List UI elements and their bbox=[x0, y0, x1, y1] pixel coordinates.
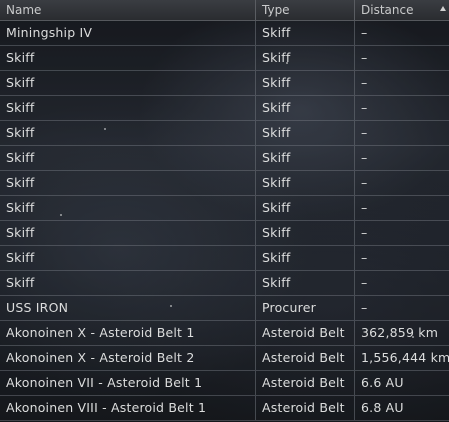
cell-name: Skiff bbox=[0, 196, 256, 220]
table-row[interactable]: Skiff Skiff – bbox=[0, 96, 449, 121]
cell-type: Procurer bbox=[256, 296, 355, 320]
cell-distance: 362,859 km bbox=[361, 325, 439, 340]
cell-name: Skiff bbox=[0, 171, 256, 195]
table-row[interactable]: Skiff Skiff – bbox=[0, 121, 449, 146]
table-row[interactable]: Akonoinen VIII - Asteroid Belt 1 Asteroid… bbox=[0, 396, 449, 421]
cell-distance: – bbox=[361, 175, 368, 190]
cell-name: Skiff bbox=[0, 96, 256, 120]
sort-ascending-icon[interactable] bbox=[440, 6, 446, 11]
table-row[interactable]: Skiff Skiff – bbox=[0, 196, 449, 221]
cell-distance: – bbox=[361, 75, 368, 90]
cell-name: Skiff bbox=[0, 46, 256, 70]
cell-type: Skiff bbox=[256, 21, 355, 45]
overview-window: Name Type Distance Miningship IV Skiff – Sk… bbox=[0, 0, 449, 422]
table-row[interactable]: Akonoinen X - Asteroid Belt 2 Asteroid Be… bbox=[0, 346, 449, 371]
cell-distance: – bbox=[361, 150, 368, 165]
table-row[interactable]: Skiff Skiff – bbox=[0, 146, 449, 171]
cell-distance: – bbox=[361, 250, 368, 265]
cell-type: Skiff bbox=[256, 121, 355, 145]
table-row[interactable]: Skiff Skiff – bbox=[0, 171, 449, 196]
column-header-type[interactable]: Type bbox=[256, 0, 355, 20]
cell-name: Skiff bbox=[0, 246, 256, 270]
table-row[interactable]: Skiff Skiff – bbox=[0, 71, 449, 96]
cell-distance: 6.6 AU bbox=[361, 375, 404, 390]
cell-distance: – bbox=[361, 200, 368, 215]
cell-type: Skiff bbox=[256, 46, 355, 70]
cell-distance: – bbox=[361, 25, 368, 40]
cell-name: Skiff bbox=[0, 121, 256, 145]
cell-distance: 6.8 AU bbox=[361, 400, 404, 415]
cell-name: Akonoinen VII - Asteroid Belt 1 bbox=[0, 371, 256, 395]
cell-distance: – bbox=[361, 125, 368, 140]
overview-table-body: Miningship IV Skiff – Skiff Skiff – Skiff Skiff… bbox=[0, 21, 449, 421]
column-header-name[interactable]: Name bbox=[0, 0, 256, 20]
cell-name: Akonoinen X - Asteroid Belt 1 bbox=[0, 321, 256, 345]
cell-type: Asteroid Belt bbox=[256, 396, 355, 420]
cell-type: Asteroid Belt bbox=[256, 321, 355, 345]
table-row[interactable]: Skiff Skiff – bbox=[0, 221, 449, 246]
cell-distance: – bbox=[361, 50, 368, 65]
cell-type: Skiff bbox=[256, 71, 355, 95]
cell-type: Skiff bbox=[256, 271, 355, 295]
cell-type: Skiff bbox=[256, 196, 355, 220]
cell-name: Skiff bbox=[0, 271, 256, 295]
cell-name: USS IRON bbox=[0, 296, 256, 320]
column-header-distance[interactable]: Distance bbox=[355, 0, 449, 20]
cell-name: Skiff bbox=[0, 146, 256, 170]
table-row[interactable]: Skiff Skiff – bbox=[0, 271, 449, 296]
column-header-distance-label: Distance bbox=[361, 3, 414, 17]
cell-distance: – bbox=[361, 300, 368, 315]
cell-type: Skiff bbox=[256, 171, 355, 195]
cell-name: Skiff bbox=[0, 221, 256, 245]
table-row[interactable]: Miningship IV Skiff – bbox=[0, 21, 449, 46]
cell-distance: – bbox=[361, 100, 368, 115]
table-row[interactable]: Skiff Skiff – bbox=[0, 46, 449, 71]
table-header: Name Type Distance bbox=[0, 0, 449, 21]
cell-type: Skiff bbox=[256, 221, 355, 245]
cell-type: Asteroid Belt bbox=[256, 346, 355, 370]
cell-distance: 1,556,444 km bbox=[361, 350, 449, 365]
cell-name: Miningship IV bbox=[0, 21, 256, 45]
cell-type: Skiff bbox=[256, 96, 355, 120]
cell-name: Akonoinen VIII - Asteroid Belt 1 bbox=[0, 396, 256, 420]
table-row[interactable]: Akonoinen VII - Asteroid Belt 1 Asteroid … bbox=[0, 371, 449, 396]
table-row[interactable]: Skiff Skiff – bbox=[0, 246, 449, 271]
cell-distance: – bbox=[361, 225, 368, 240]
cell-distance: – bbox=[361, 275, 368, 290]
table-row[interactable]: Akonoinen X - Asteroid Belt 1 Asteroid Be… bbox=[0, 321, 449, 346]
cell-name: Skiff bbox=[0, 71, 256, 95]
cell-type: Skiff bbox=[256, 146, 355, 170]
cell-type: Asteroid Belt bbox=[256, 371, 355, 395]
cell-name: Akonoinen X - Asteroid Belt 2 bbox=[0, 346, 256, 370]
table-row[interactable]: USS IRON Procurer – bbox=[0, 296, 449, 321]
cell-type: Skiff bbox=[256, 246, 355, 270]
